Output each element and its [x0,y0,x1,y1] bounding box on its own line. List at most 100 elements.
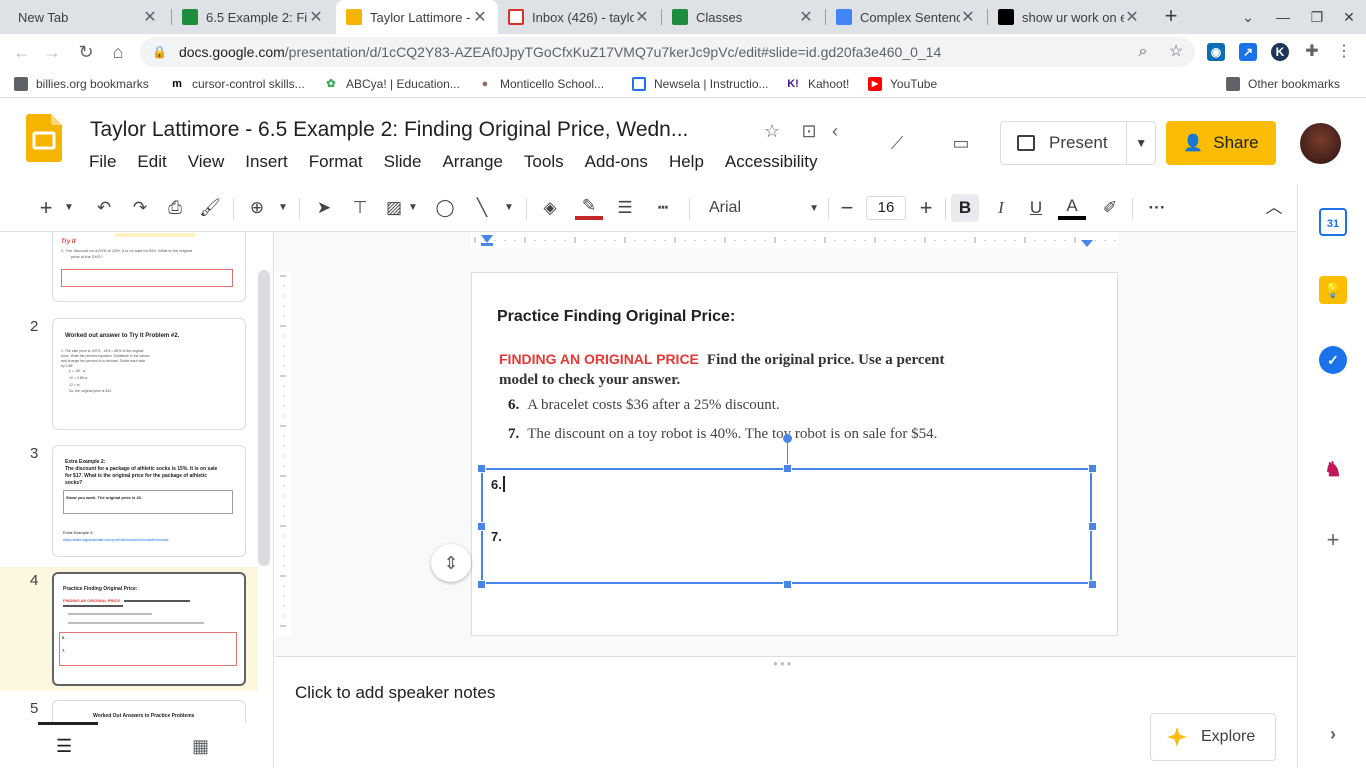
slides-logo-icon[interactable] [26,114,62,162]
filmstrip-scrollbar[interactable] [258,270,270,566]
redo-icon[interactable]: ↷ [126,194,154,222]
print-icon[interactable]: ⎙ [161,194,189,222]
forward-icon[interactable]: → [38,38,66,66]
filmstrip-view-icon[interactable]: ☰ [56,736,72,757]
slide-thumbnail-4[interactable]: Practice Finding Original Price: FINDING… [52,572,246,686]
close-icon[interactable]: ✕ [960,7,976,27]
menu-accessibility[interactable]: Accessibility [725,152,818,172]
border-weight-icon[interactable]: ☰ [611,194,639,222]
menu-insert[interactable]: Insert [245,152,288,172]
menu-arrange[interactable]: Arrange [442,152,502,172]
menu-help[interactable]: Help [669,152,704,172]
select-cursor-icon[interactable]: ➤ [310,194,338,222]
problem-6[interactable]: 6. A bracelet costs $36 after a 25% disco… [508,397,780,414]
speaker-notes[interactable]: ●●● Click to add speaker notes Explore [275,656,1296,768]
document-title[interactable]: Taylor Lattimore - 6.5 Example 2: Findin… [90,118,730,142]
reload-icon[interactable]: ↻ [72,38,100,66]
extension-icon[interactable]: ↗ [1239,43,1257,61]
menu-addons[interactable]: Add-ons [585,152,648,172]
explore-button[interactable]: Explore [1150,713,1276,761]
close-icon[interactable]: ✕ [472,7,488,27]
tab-complex-sentence[interactable]: Complex Sentence ✕ [826,0,986,34]
bookmark-item[interactable]: ● Monticello School... [478,75,604,93]
italic-icon[interactable]: I [987,194,1015,222]
bookmark-star-icon[interactable]: ☆ [1164,40,1188,64]
comments-icon[interactable]: ▭ [948,130,974,156]
close-icon[interactable]: ✕ [1124,7,1140,27]
answer-line-7[interactable]: 7. [491,529,502,544]
tab-example[interactable]: 6.5 Example 2: Fin ✕ [172,0,334,34]
increase-font-size-icon[interactable]: + [912,194,940,222]
bookmark-item[interactable]: ✿ ABCya! | Education... [324,75,459,93]
close-icon[interactable]: ✕ [798,7,814,27]
resize-handle-nw[interactable] [477,464,486,473]
other-bookmarks[interactable]: Other bookmarks [1226,75,1340,93]
zoom-chevron-icon[interactable]: ▼ [274,194,292,222]
underline-icon[interactable]: U [1022,194,1050,222]
slide-title[interactable]: Practice Finding Original Price: [497,308,735,326]
tasks-icon[interactable]: ✓ [1319,346,1347,374]
home-icon[interactable]: ⌂ [104,38,132,66]
menu-view[interactable]: View [188,152,225,172]
resize-handle-s[interactable] [783,580,792,589]
bookmark-item[interactable]: m cursor-control skills... [170,75,305,93]
problem-7[interactable]: 7. The discount on a toy robot is 40%. Th… [508,426,937,443]
line-icon[interactable]: ╲ [468,194,496,222]
undo-icon[interactable]: ↶ [90,194,118,222]
new-slide-chevron-icon[interactable]: ▼ [60,194,78,222]
share-button[interactable]: 👤 Share [1166,121,1276,165]
resize-handle-w[interactable] [477,522,486,531]
tab-search-icon[interactable]: ⌄ [1231,0,1265,34]
line-chevron-icon[interactable]: ▼ [500,194,518,222]
calendar-icon[interactable]: 31 [1319,208,1347,236]
autofit-options-icon[interactable]: ⇕ [431,544,471,582]
bookmark-item[interactable]: Newsela | Instructio... [632,75,769,93]
chevron-right-icon[interactable]: › [1319,720,1347,748]
addon-icon[interactable]: ♞ [1319,456,1347,484]
extension-icon[interactable]: K [1271,43,1289,61]
bookmark-item[interactable]: K! Kahoot! [786,75,849,93]
resize-handle-n[interactable] [783,464,792,473]
slide-page[interactable]: Practice Finding Original Price: FINDING… [471,272,1118,636]
tab-brainly[interactable]: show ur work on e ✕ [988,0,1150,34]
menu-slide[interactable]: Slide [384,152,422,172]
close-icon[interactable]: ✕ [142,7,158,27]
fill-color-icon[interactable]: ◈ [536,194,564,222]
vertical-ruler[interactable] [275,248,291,656]
text-box-icon[interactable]: ⊤ [346,194,374,222]
move-folder-icon[interactable]: ⊡ [796,118,822,144]
shape-icon[interactable]: ◯ [431,194,459,222]
menu-tools[interactable]: Tools [524,152,564,172]
minimize-icon[interactable]: — [1266,0,1300,34]
extension-icon[interactable]: ◉ [1207,43,1225,61]
close-window-icon[interactable]: ✕ [1332,0,1366,34]
present-button[interactable]: Present [1001,122,1128,164]
new-tab-button[interactable]: + [1158,4,1184,30]
decrease-font-size-icon[interactable]: − [833,194,861,222]
menu-format[interactable]: Format [309,152,363,172]
activity-dashboard-icon[interactable]: ⟋ [884,130,910,156]
close-icon[interactable]: ✕ [634,7,650,27]
tab-new-tab[interactable]: New Tab ✕ [8,0,168,34]
resize-handle-e[interactable] [1088,522,1097,531]
speaker-notes-placeholder[interactable]: Click to add speaker notes [295,683,495,703]
new-slide-icon[interactable]: + [32,194,60,222]
resize-handle-se[interactable] [1088,580,1097,589]
grid-view-icon[interactable]: ▦ [192,736,209,757]
tab-slides-active[interactable]: Taylor Lattimore - ✕ [336,0,498,34]
resize-handle-ne[interactable] [1088,464,1097,473]
border-dash-icon[interactable]: ┅ [649,194,677,222]
paint-format-icon[interactable]: 🖌 [196,194,224,222]
puzzle-icon[interactable]: ✚ [1300,40,1324,64]
collapse-chevron-icon[interactable]: ︿ [1260,194,1288,222]
bold-icon[interactable]: B [951,194,979,222]
bookmark-item[interactable]: ▶ YouTube [868,75,937,93]
add-addon-icon[interactable]: + [1319,526,1347,554]
zoom-icon[interactable]: ⊕ [243,194,271,222]
resize-grip-icon[interactable]: ●●● [773,659,794,668]
menu-file[interactable]: File [89,152,116,172]
slide-thumbnail-1[interactable]: Try It 2. The discount on a DVD is 15%. … [52,232,246,302]
star-icon[interactable]: ☆ [759,118,785,144]
image-chevron-icon[interactable]: ▼ [404,194,422,222]
border-color-icon[interactable]: ✎ [575,194,603,220]
